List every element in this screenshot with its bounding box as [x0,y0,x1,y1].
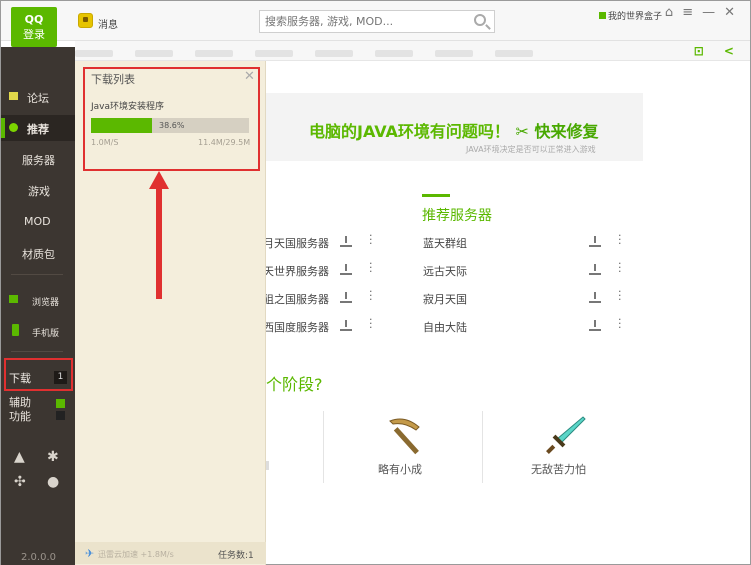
server-name[interactable]: 月天国服务器 [263,235,329,251]
server-name[interactable]: 天世界服务器 [263,263,329,279]
navigate-icon[interactable]: ▲ [14,449,25,465]
accelerator-icon: ✈ [85,547,95,560]
sidebar-item-label: MOD [24,215,51,228]
sidebar-item-servers[interactable]: 服务器 [1,146,75,172]
download-icon[interactable] [589,320,601,332]
server-name[interactable]: 蓝天群组 [423,235,467,251]
assist-label-1: 辅助 [9,396,31,409]
skin-icon[interactable]: ⌂ [665,5,682,20]
diamond-sword-icon[interactable] [545,415,587,457]
login-label-2: 登录 [23,28,45,41]
download-item[interactable] [83,67,260,171]
user-status-icon [599,12,606,19]
accelerator-label[interactable]: 迅雷云加速 +1.8M/s [98,549,174,560]
banner-text[interactable]: 电脑的JAVA环境有问题吗！ ✂ 快来修复 [309,118,599,142]
more-icon[interactable]: · · · [618,286,622,305]
forum-icon [9,92,18,100]
sidebar-item-recommend[interactable]: 推荐 [1,115,75,141]
window-controls: ⌂≡—✕ [665,5,744,20]
more-icon[interactable]: · · · [369,286,373,305]
tool-label: 略有小成 [378,463,422,476]
more-icon[interactable]: · · · [618,230,622,249]
download-icon[interactable] [589,264,601,276]
sidebar-item-label: 手机版 [32,329,60,339]
more-icon[interactable]: · · · [618,314,622,333]
server-name[interactable]: 狙之国服务器 [263,291,329,307]
more-icon[interactable]: · · · [618,258,622,277]
user-link-label: 我的世界盒子 [608,12,663,22]
user-link[interactable]: 我的世界盒子 [599,9,662,22]
sidebar-item-texture-packs[interactable]: 材质包 [1,240,75,266]
sidebar-item-label: 推荐 [27,123,49,136]
assist-toggle-off[interactable] [56,411,65,420]
more-icon[interactable]: · · · [369,314,373,333]
download-panel-footer: ✈ 迅雷云加速 +1.8M/s 任务数:1 [75,542,266,564]
more-icon[interactable]: · · · [369,230,373,249]
assist-label-2: 功能 [9,410,31,423]
banner-fix-link[interactable]: 快来修复 [535,122,599,141]
menu-icon[interactable]: ≡ [682,5,702,20]
assist-toggle-on[interactable] [56,399,65,408]
recommended-servers-title: 推荐服务器 [422,208,492,224]
download-icon[interactable] [340,292,352,304]
sidebar-item-mobile[interactable]: 手机版 [1,318,75,344]
pickaxe-icon[interactable] [387,415,427,457]
quick-links [75,46,675,57]
download-icon[interactable] [340,320,352,332]
search-input[interactable] [260,11,465,32]
banner-question: 电脑的JAVA环境有问题吗！ [309,122,510,141]
login-label-1: QQ [24,13,44,26]
assist-functions[interactable]: 辅助 功能 [9,396,31,424]
search-box[interactable] [259,10,495,33]
tool-label: 无敌苦力怕 [531,463,586,476]
sidebar-item-label: 论坛 [27,92,49,105]
sidebar-item-games[interactable]: 游戏 [1,177,75,203]
search-icon[interactable] [474,14,486,26]
download-count-badge: 1 [54,371,67,384]
sidebar-item-mod[interactable]: MOD [1,209,75,235]
recommend-icon [9,123,18,132]
more-icon[interactable]: · · · [369,258,373,277]
server-name[interactable]: 寂月天国 [423,291,467,307]
sidebar-item-label: 服务器 [22,154,55,167]
messages-label[interactable]: 消息 [98,16,118,31]
server-name[interactable]: 远古天际 [423,263,467,279]
download-icon[interactable] [589,292,601,304]
share-icon[interactable]: ⊡ < [694,44,742,58]
download-icon[interactable] [340,236,352,248]
move-icon[interactable]: ✣ [14,474,26,490]
sidebar-item-label: 游戏 [28,185,50,198]
qq-login-button[interactable]: QQ 登录 [11,7,57,47]
download-icon[interactable] [589,236,601,248]
message-icon[interactable] [78,13,93,28]
close-icon[interactable]: ✕ [724,5,744,20]
download-label[interactable]: 下载 [9,370,31,386]
server-name[interactable]: 自由大陆 [423,319,467,335]
chat-icon[interactable]: ● [47,474,59,490]
download-icon[interactable] [340,264,352,276]
server-name[interactable]: 西国度服务器 [263,319,329,335]
minimize-icon[interactable]: — [702,5,724,20]
annotation-arrow [149,171,169,299]
task-count: 任务数:1 [218,551,254,561]
stage-question: 个阶段? [266,375,323,394]
settings-icon[interactable]: ✱ [47,449,59,465]
banner-subtitle: JAVA环境决定是否可以正常进入游戏 [466,145,596,154]
browser-icon [9,295,18,303]
phone-icon [12,324,19,336]
wrench-icon: ✂ [515,122,529,141]
sidebar-item-browser[interactable]: 浏览器 [1,287,75,313]
app-window: ⊡ < QQ 登录 消息 我的世界盒子 ⌂≡—✕ 论坛 推荐 服务器 游戏 MO… [0,0,751,565]
sidebar-item-forum[interactable]: 论坛 [1,84,75,110]
sidebar-item-label: 材质包 [22,248,55,261]
version-label: 2.0.0.0 [21,552,56,563]
sidebar-item-label: 浏览器 [32,298,60,308]
